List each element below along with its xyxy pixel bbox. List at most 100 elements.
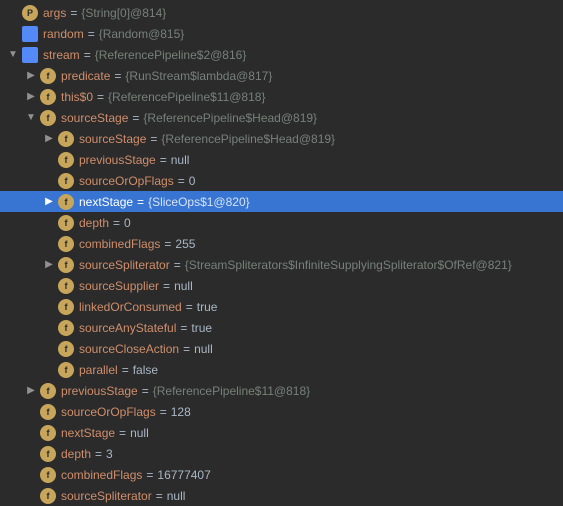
equals-sign: = [114, 69, 121, 83]
field-icon: f [58, 194, 74, 210]
tree-row[interactable]: fcombinedFlags = 255 [0, 233, 563, 254]
variable-name: depth [61, 447, 91, 461]
tree-row[interactable]: ▶fsourceSpliterator = {StreamSpliterator… [0, 254, 563, 275]
tree-row[interactable]: fsourceSupplier = null [0, 275, 563, 296]
variable-value: 0 [124, 216, 131, 230]
tree-row[interactable]: fdepth = 0 [0, 212, 563, 233]
variable-value: true [197, 300, 218, 314]
equals-sign: = [84, 48, 91, 62]
chevron-right-icon[interactable]: ▶ [44, 133, 54, 144]
field-icon: f [58, 278, 74, 294]
variable-value: {Random@815} [99, 27, 185, 41]
field-icon: f [40, 68, 56, 84]
tree-row[interactable]: ▶fsourceStage = {ReferencePipeline$Head@… [0, 128, 563, 149]
tree-row[interactable]: f previousStage = null [0, 149, 563, 170]
field-icon: f [58, 320, 74, 336]
chevron-right-icon[interactable]: ▶ [44, 196, 54, 207]
variable-name: combinedFlags [61, 468, 142, 482]
field-icon: f [58, 152, 74, 168]
equals-sign: = [122, 363, 129, 377]
variable-name: combinedFlags [79, 237, 160, 251]
tree-row[interactable]: ▶fnextStage = {SliceOps$1@820} [0, 191, 563, 212]
chevron-right-icon[interactable]: ▶ [26, 91, 36, 102]
chevron-down-icon[interactable]: ▼ [8, 49, 18, 60]
variable-name: random [43, 27, 84, 41]
field-icon: f [58, 236, 74, 252]
variable-value: true [191, 321, 212, 335]
variable-value: {StreamSpliterators$InfiniteSupplyingSpl… [185, 258, 512, 272]
equals-sign: = [146, 468, 153, 482]
tree-row[interactable]: fsourceOrOpFlags = 0 [0, 170, 563, 191]
variable-name: sourceStage [61, 111, 128, 125]
tree-row[interactable]: fsourceCloseAction = null [0, 338, 563, 359]
equals-sign: = [163, 279, 170, 293]
field-icon: f [40, 89, 56, 105]
variables-tree[interactable]: Pargs = {String[0]@814}random = {Random@… [0, 2, 563, 506]
variable-value: null [194, 342, 213, 356]
tree-row[interactable]: ▼stream = {ReferencePipeline$2@816} [0, 44, 563, 65]
tree-row[interactable]: Pargs = {String[0]@814} [0, 2, 563, 23]
equals-sign: = [160, 405, 167, 419]
parameter-icon: P [22, 5, 38, 21]
variable-name: previousStage [79, 153, 156, 167]
tree-row[interactable]: fnextStage = null [0, 422, 563, 443]
equals-sign: = [183, 342, 190, 356]
field-icon: f [58, 299, 74, 315]
variable-value: null [171, 153, 190, 167]
equals-sign: = [156, 489, 163, 503]
variable-name: nextStage [79, 195, 133, 209]
variable-value: {SliceOps$1@820} [148, 195, 250, 209]
variable-value: 3 [106, 447, 113, 461]
variable-value: {ReferencePipeline$2@816} [95, 48, 247, 62]
field-icon: f [58, 131, 74, 147]
tree-row[interactable]: fsourceOrOpFlags = 128 [0, 401, 563, 422]
field-icon: f [40, 488, 56, 504]
field-icon: f [40, 467, 56, 483]
equals-sign: = [160, 153, 167, 167]
variable-value: {RunStream$lambda@817} [125, 69, 272, 83]
static-icon [22, 47, 38, 63]
field-icon: f [58, 257, 74, 273]
chevron-right-icon[interactable]: ▶ [26, 385, 36, 396]
tree-row[interactable]: fcombinedFlags = 16777407 [0, 464, 563, 485]
variable-name: sourceSupplier [79, 279, 159, 293]
variable-value: 128 [171, 405, 191, 419]
variable-name: previousStage [61, 384, 138, 398]
chevron-right-icon[interactable]: ▶ [44, 259, 54, 270]
field-icon: f [40, 446, 56, 462]
equals-sign: = [70, 6, 77, 20]
tree-row[interactable]: ▼fsourceStage = {ReferencePipeline$Head@… [0, 107, 563, 128]
field-icon: f [40, 425, 56, 441]
tree-row[interactable]: ▶fpreviousStage = {ReferencePipeline$11@… [0, 380, 563, 401]
tree-row[interactable]: f sourceAnyStateful = true [0, 317, 563, 338]
tree-row[interactable]: fdepth = 3 [0, 443, 563, 464]
chevron-right-icon[interactable]: ▶ [26, 70, 36, 81]
tree-row[interactable]: fsourceSpliterator = null [0, 485, 563, 506]
variable-name: sourceAnyStateful [79, 321, 176, 335]
variable-value: 0 [189, 174, 196, 188]
equals-sign: = [119, 426, 126, 440]
equals-sign: = [180, 321, 187, 335]
variable-value: false [133, 363, 158, 377]
tree-row[interactable]: random = {Random@815} [0, 23, 563, 44]
variable-name: args [43, 6, 66, 20]
variable-value: {ReferencePipeline$Head@819} [143, 111, 317, 125]
variable-name: parallel [79, 363, 118, 377]
static-icon [22, 26, 38, 42]
equals-sign: = [97, 90, 104, 104]
chevron-down-icon[interactable]: ▼ [26, 112, 36, 123]
tree-row[interactable]: fparallel = false [0, 359, 563, 380]
variable-name: sourceStage [79, 132, 146, 146]
tree-row[interactable]: ▶fthis$0 = {ReferencePipeline$11@818} [0, 86, 563, 107]
variable-name: this$0 [61, 90, 93, 104]
tree-row[interactable]: flinkedOrConsumed = true [0, 296, 563, 317]
tree-row[interactable]: ▶fpredicate = {RunStream$lambda@817} [0, 65, 563, 86]
equals-sign: = [113, 216, 120, 230]
variable-name: sourceSpliterator [79, 258, 170, 272]
field-icon: f [40, 383, 56, 399]
field-icon: f [58, 215, 74, 231]
variable-name: linkedOrConsumed [79, 300, 182, 314]
equals-sign: = [95, 447, 102, 461]
variable-name: sourceSpliterator [61, 489, 152, 503]
variable-name: nextStage [61, 426, 115, 440]
